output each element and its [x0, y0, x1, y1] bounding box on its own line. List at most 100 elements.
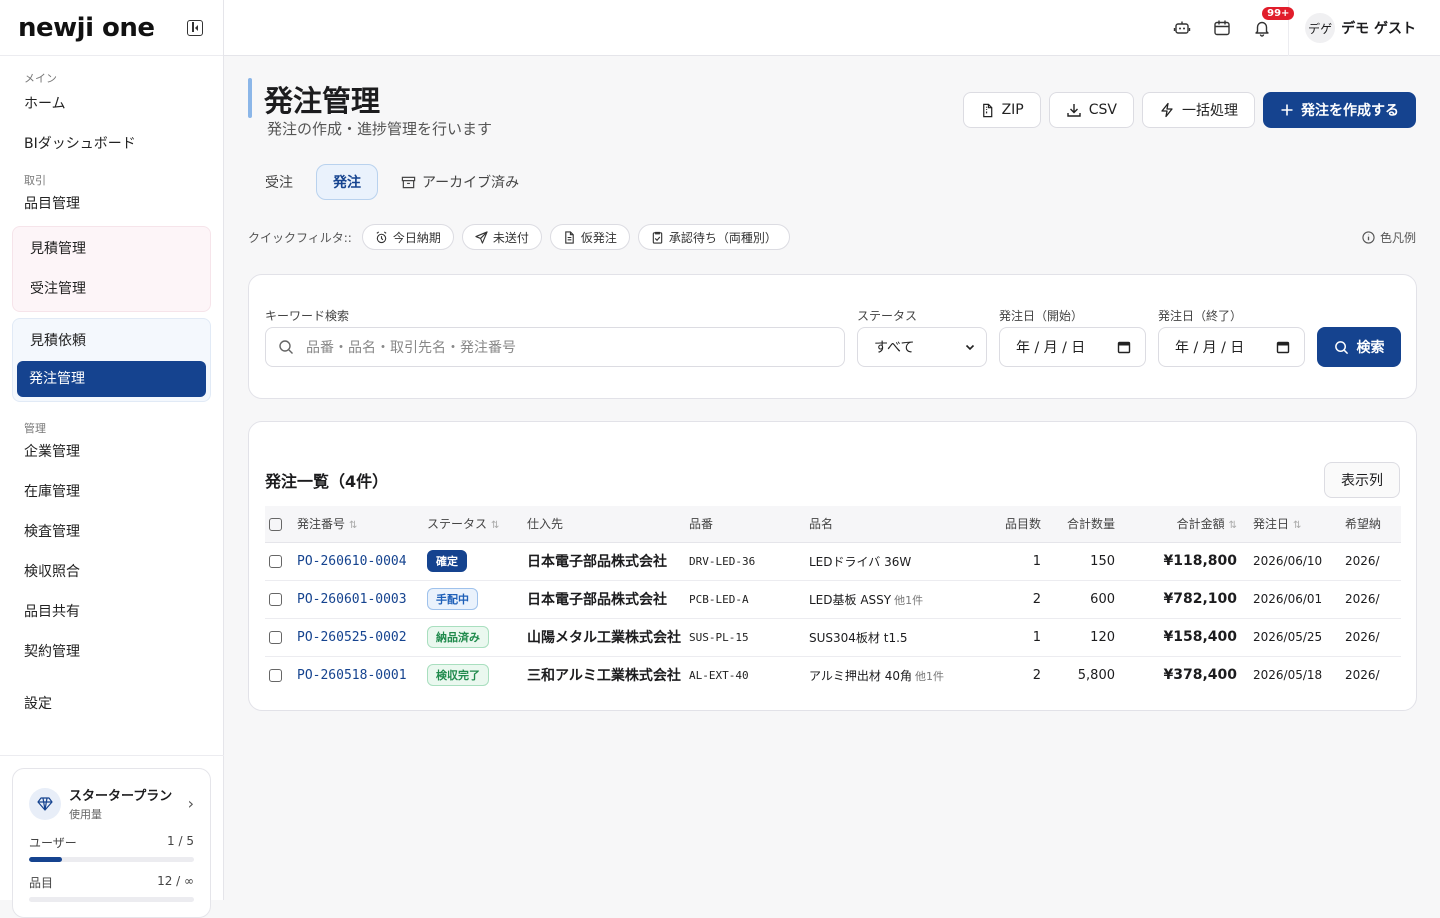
usage-users-value: 1 / 5	[167, 834, 194, 848]
col-po-no[interactable]: 発注番号 ⇅	[293, 506, 423, 543]
filter-chip-unsent-label: 未送付	[492, 230, 529, 245]
column-settings-button[interactable]: 表示列	[1324, 462, 1400, 498]
col-total-amount-label: 合計金額	[1176, 517, 1225, 532]
sidebar-item-bi-dashboard[interactable]: BIダッシュボード	[0, 124, 223, 164]
sidebar: newji one メイン ホーム BIダッシュボード 取引 品目管理 見積管理…	[0, 0, 224, 918]
table-row[interactable]: PO-260610-0004 確定 日本電子部品株式会社 DRV-LED-36 …	[265, 542, 1401, 581]
tab-ordered[interactable]: 発注	[316, 164, 378, 200]
user-menu[interactable]: デゲ デモ ゲスト	[1288, 0, 1440, 56]
col-status[interactable]: ステータス ⇅	[423, 506, 523, 543]
filter-chip-pending-approval[interactable]: 承認待ち（両種別）	[637, 224, 790, 250]
order-table-wrap: 発注番号 ⇅ ステータス ⇅ 仕入先 品番 品名 品目数 合計数量 合計金額 ⇅ 発注…	[265, 506, 1401, 694]
tab-archived[interactable]: アーカイブ済み	[384, 164, 536, 200]
status-select[interactable]: すべて	[857, 327, 987, 367]
sidebar-item-quote-request[interactable]: 見積依頼	[13, 321, 210, 361]
sidebar-item-order-received[interactable]: 受注管理	[13, 269, 210, 309]
table-header-row: 発注番号 ⇅ ステータス ⇅ 仕入先 品番 品名 品目数 合計数量 合計金額 ⇅ 発注…	[265, 506, 1401, 543]
document-icon	[565, 230, 574, 244]
filter-chip-today-due[interactable]: 今日納期	[361, 224, 454, 250]
user-name: デモ ゲスト	[1341, 21, 1416, 37]
col-total-amount[interactable]: 合計金額 ⇅	[1119, 506, 1241, 543]
color-legend-label: 色凡例	[1379, 230, 1416, 245]
status-badge: 確定	[427, 550, 467, 572]
nav-group-sales: 見積管理 受注管理	[12, 226, 211, 312]
date-from-input[interactable]: 年 / 月 / 日	[999, 327, 1146, 367]
order-table: 発注番号 ⇅ ステータス ⇅ 仕入先 品番 品名 品目数 合計数量 合計金額 ⇅ 発注…	[265, 506, 1401, 694]
sidebar-item-inventory[interactable]: 在庫管理	[0, 472, 223, 512]
bulk-action-button[interactable]: 一括処理	[1142, 92, 1255, 128]
status-badge: 納品済み	[427, 626, 489, 648]
create-order-button[interactable]: 発注を作成する	[1263, 92, 1416, 128]
nav-group-purchasing: 見積依頼 発注管理	[12, 318, 211, 402]
po-number-link[interactable]: PO-260610-0004	[297, 554, 407, 569]
usage-users-bar	[29, 857, 194, 862]
item-count: 2	[1032, 667, 1041, 683]
table-row[interactable]: PO-260518-0001 検収完了 三和アルミ工業株式会社 AL-EXT-4…	[265, 656, 1401, 694]
color-legend-button[interactable]: 色凡例	[1362, 229, 1416, 246]
keyword-search-field[interactable]: 品番・品名・取引先名・発注番号	[265, 327, 845, 367]
diamond-icon	[29, 787, 61, 820]
filter-chip-unsent[interactable]: 未送付	[461, 224, 542, 250]
supplier-name: 日本電子部品株式会社	[527, 554, 667, 570]
desired-date: 2026/	[1341, 542, 1401, 581]
table-row[interactable]: PO-260525-0002 納品済み 山陽メタル工業株式会社 SUS-PL-1…	[265, 618, 1401, 657]
header-actions: ZIP CSV 一括処理 発注を作成する	[962, 92, 1416, 128]
sidebar-item-item-share[interactable]: 品目共有	[0, 592, 223, 632]
calendar-icon[interactable]	[1202, 19, 1242, 37]
bell-icon[interactable]: 99+	[1242, 7, 1295, 37]
csv-label: CSV	[1088, 102, 1117, 118]
usage-items-value: 12 / ∞	[157, 874, 194, 888]
filter-chip-tentative[interactable]: 仮発注	[549, 224, 630, 250]
status-badge: 検収完了	[427, 664, 489, 687]
row-checkbox[interactable]	[269, 668, 282, 682]
table-row[interactable]: PO-260601-0003 手配中 日本電子部品株式会社 PCB-LED-A …	[265, 580, 1401, 619]
row-checkbox[interactable]	[269, 592, 282, 606]
supplier-name: 三和アルミ工業株式会社	[527, 668, 681, 685]
sidebar-item-settings[interactable]: 設定	[0, 684, 223, 724]
csv-button[interactable]: CSV	[1048, 92, 1134, 128]
sidebar-item-receiving[interactable]: 検収照合	[0, 552, 223, 592]
sort-icon: ⇅	[1293, 520, 1302, 532]
download-icon	[1067, 104, 1081, 117]
sidebar-item-purchase[interactable]: 発注管理	[17, 361, 206, 397]
total-qty: 150	[1045, 542, 1119, 581]
keyword-placeholder: 品番・品名・取引先名・発注番号	[306, 340, 516, 356]
sidebar-item-contract[interactable]: 契約管理	[0, 632, 223, 672]
item-count: 1	[975, 542, 1045, 581]
search-button[interactable]: 検索	[1317, 327, 1401, 367]
col-item-count: 品目数	[975, 506, 1045, 543]
zip-button[interactable]: ZIP	[962, 92, 1041, 128]
date-to-input[interactable]: 年 / 月 / 日	[1158, 327, 1305, 367]
sidebar-item-home[interactable]: ホーム	[0, 84, 223, 124]
part-number: SUS-PL-15	[689, 630, 749, 644]
archive-icon	[401, 176, 416, 188]
file-zip-icon	[982, 103, 992, 117]
row-checkbox[interactable]	[269, 554, 282, 568]
filter-chip-tentative-label: 仮発注	[580, 230, 617, 245]
robot-icon[interactable]	[1162, 19, 1202, 37]
total-amount: ¥782,100	[1119, 580, 1241, 619]
date-to-label: 発注日（終了）	[1158, 309, 1243, 323]
po-number-link[interactable]: PO-260525-0002	[297, 630, 407, 645]
brand-logo: newji one	[18, 12, 155, 43]
select-all-checkbox[interactable]	[269, 517, 282, 531]
send-icon	[475, 230, 488, 244]
sidebar-item-items[interactable]: 品目管理	[0, 184, 223, 224]
sidebar-item-company[interactable]: 企業管理	[0, 432, 223, 472]
plan-card[interactable]: スタータープラン 使用量 › ユーザー 1 / 5 品目 12 / ∞	[12, 768, 211, 918]
po-number-link[interactable]: PO-260518-0001	[297, 668, 407, 683]
part-name: LED基板 ASSY	[809, 592, 892, 607]
row-checkbox[interactable]	[269, 630, 282, 644]
po-number-link[interactable]: PO-260601-0003	[297, 592, 407, 607]
date-from-value: 年 / 月 / 日	[1016, 340, 1086, 356]
sidebar-item-quote[interactable]: 見積管理	[13, 229, 210, 269]
search-icon	[1334, 340, 1348, 354]
tab-received[interactable]: 受注	[248, 164, 310, 200]
col-order-date[interactable]: 発注日 ⇅	[1241, 506, 1341, 543]
date-to-value: 年 / 月 / 日	[1175, 340, 1245, 356]
desired-date: 2026/	[1341, 618, 1401, 657]
sidebar-item-inspection[interactable]: 検査管理	[0, 512, 223, 552]
sidebar-collapse-icon[interactable]	[187, 19, 203, 36]
total-qty: 120	[1045, 618, 1119, 657]
desired-date: 2026/	[1341, 580, 1401, 619]
